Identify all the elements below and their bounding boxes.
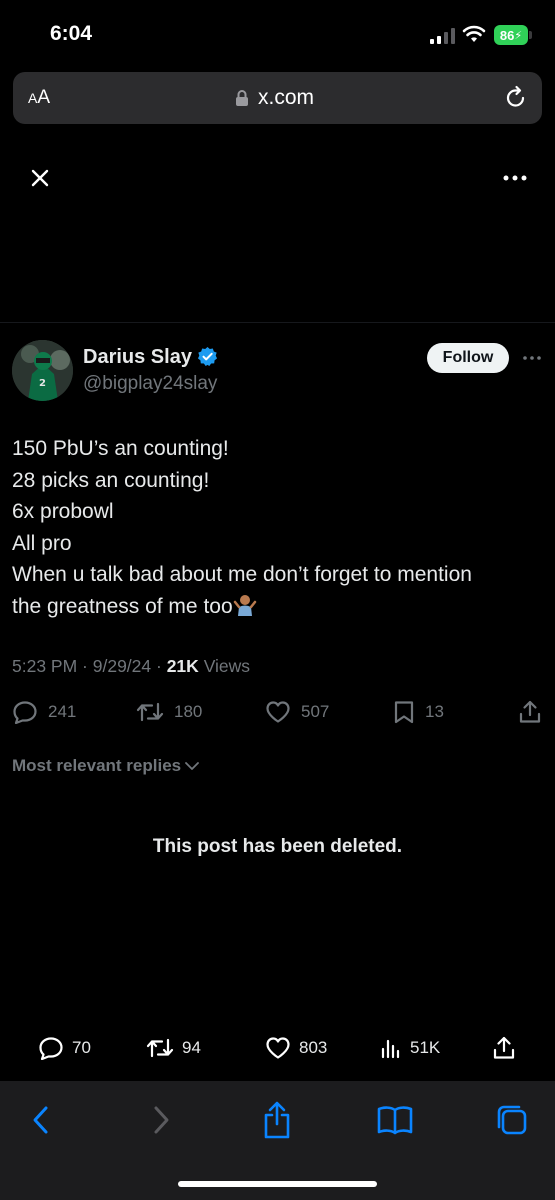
tweet-line: When u talk bad about me don’t forget to… [12,563,472,586]
cellular-signal-icon [430,28,455,44]
like-count: 507 [301,702,330,721]
text-size-large: A [37,87,51,108]
author-handle[interactable]: @bigplay24slay [83,373,217,395]
back-icon[interactable] [28,1104,54,1136]
avatar[interactable]: 2 [12,340,73,401]
battery-indicator: 86 ⚡ [494,25,528,45]
more-icon[interactable] [522,355,542,361]
lock-icon [236,90,248,106]
repost-button[interactable]: 180 [136,700,202,724]
tweet-meta: 5:23 PM · 9/29/24 · 21K Views [12,656,251,676]
views-icon [381,1039,400,1059]
wifi-icon [462,25,486,42]
bookmark-button[interactable]: 13 [393,700,444,724]
tweet-line: 150 PbU’s an counting! [12,437,229,460]
repost-count: 180 [174,702,203,721]
overlay-repost-button[interactable]: 94 [146,1036,201,1060]
replies-sort-dropdown[interactable]: Most relevant replies [12,756,200,776]
verified-icon [197,346,218,367]
bookmarks-book-icon[interactable] [376,1104,414,1136]
deleted-post-notice: This post has been deleted. [152,836,403,857]
tweet-line: 6x probowl [12,500,114,523]
replies-sort-label: Most relevant replies [12,756,182,775]
like-icon [266,701,290,723]
tabs-icon[interactable] [494,1102,530,1138]
reload-icon[interactable] [503,85,529,111]
page-menu-button[interactable]: AA [28,87,50,109]
tweet-line: 28 picks an counting! [12,468,210,492]
overlay-reply-count: 70 [72,1038,91,1057]
repost-icon [146,1038,174,1058]
tweet-line-last: the greatness of me too [12,591,547,623]
reply-count: 241 [48,702,77,721]
tweet-date[interactable]: 9/29/24 [93,656,151,676]
more-icon[interactable] [502,175,528,181]
tweet-line: the greatness of me too [12,594,233,618]
share-icon [519,700,541,723]
bookmark-icon [394,701,414,724]
reply-button[interactable]: 241 [12,700,76,724]
reply-icon [13,701,37,724]
charging-bolt-icon: ⚡ [514,29,523,42]
forward-icon[interactable] [148,1104,174,1136]
bookmark-count: 13 [425,702,444,721]
like-icon [266,1037,290,1059]
share-icon [493,1036,515,1059]
follow-button[interactable]: Follow [427,343,509,373]
views-label: Views [203,656,251,676]
repost-icon [136,702,164,722]
text-size-small: A [28,90,38,106]
overlay-like-button[interactable]: 803 [265,1036,327,1060]
tweet-text: 150 PbU’s an counting! 28 picks an count… [12,433,547,622]
overlay-views-button[interactable]: 51K [380,1036,440,1060]
divider [0,322,555,323]
overlay-views-count: 51K [410,1038,441,1057]
battery-level: 86 [499,27,515,43]
overlay-like-count: 803 [299,1038,328,1057]
chevron-down-icon [185,762,200,770]
avatar-image: 2 [12,340,73,401]
battery-cap [529,31,532,39]
overlay-repost-count: 94 [182,1038,201,1057]
author-name[interactable]: Darius Slay [83,346,192,369]
tweet-time[interactable]: 5:23 PM [12,656,77,676]
url-text[interactable]: x.com [258,86,314,110]
close-icon[interactable] [28,166,52,190]
overlay-share-button[interactable] [492,1035,524,1061]
like-button[interactable]: 507 [265,700,329,724]
tweet-line: All pro [12,531,72,555]
safari-share-icon[interactable] [261,1100,293,1140]
share-button[interactable] [518,699,552,725]
overlay-reply-button[interactable]: 70 [38,1036,91,1060]
status-time: 6:04 [50,22,93,45]
shrug-emoji-icon [233,594,256,616]
views-count: 21K [166,656,199,676]
home-indicator [178,1181,377,1187]
svg-text:2: 2 [39,378,46,389]
reply-icon [39,1037,63,1060]
